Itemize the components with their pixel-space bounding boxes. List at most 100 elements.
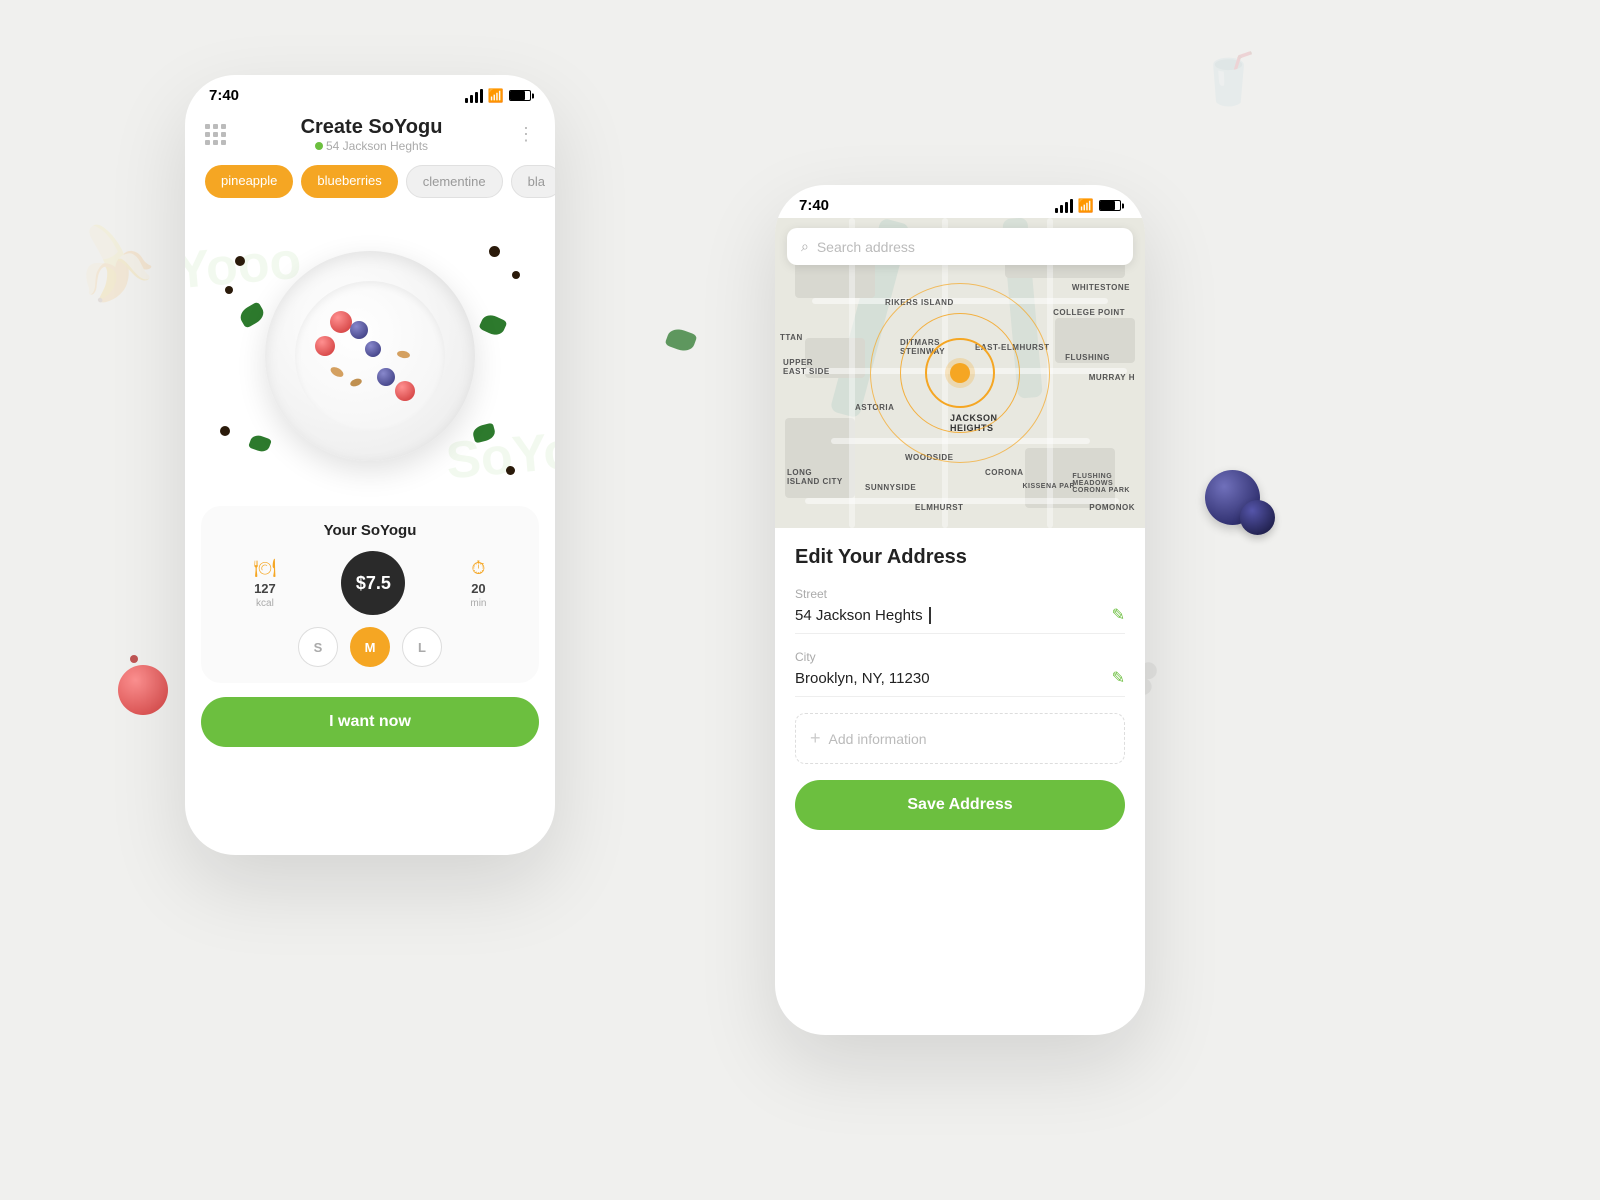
map-label-murray: MURRAY H xyxy=(1089,373,1135,382)
street-label: Street xyxy=(795,587,1125,601)
street-value: 54 Jackson Heghts xyxy=(795,607,931,624)
phone1-frame: 7:40 📶 Create SoYogu 54 Jackson He xyxy=(185,75,555,855)
seed-decoration xyxy=(512,271,520,279)
tag-blueberries[interactable]: blueberries xyxy=(301,165,397,198)
street-field: Street 54 Jackson Heghts ✎ xyxy=(795,587,1125,634)
search-icon: ⌕ xyxy=(801,238,809,255)
grid-menu-icon[interactable] xyxy=(205,124,226,145)
map-label-upper: UPPEREAST SIDE xyxy=(783,358,830,376)
bowl-area: Yooo SoYo xyxy=(185,206,555,506)
blueberry xyxy=(377,368,395,386)
seed-decoration xyxy=(235,256,245,266)
tag-bla[interactable]: bla xyxy=(511,165,555,198)
location-icon xyxy=(315,142,323,150)
calories-value: 127 xyxy=(254,581,276,596)
red-berry xyxy=(330,311,352,333)
address-form: Edit Your Address Street 54 Jackson Hegh… xyxy=(775,528,1145,848)
phone1-status-icons: 📶 xyxy=(465,88,531,104)
almond xyxy=(329,365,345,379)
save-address-button[interactable]: Save Address xyxy=(795,780,1125,830)
add-information-box[interactable]: + Add information xyxy=(795,713,1125,764)
calories-label: kcal xyxy=(256,598,274,609)
spinach-leaf xyxy=(237,301,267,329)
add-information-label: Add information xyxy=(829,731,927,747)
map-label-kissena: Kissena Par xyxy=(1022,483,1075,490)
signal-icon xyxy=(465,89,483,103)
phone1-status-bar: 7:40 📶 xyxy=(185,75,555,108)
battery-icon xyxy=(509,90,531,101)
info-card: Your SoYogu 🍽 127 kcal $7.5 ⏱ 20 min S M… xyxy=(201,506,539,683)
search-bar[interactable]: ⌕ Search address xyxy=(787,228,1133,265)
seed-decoration xyxy=(489,246,500,257)
filter-icon[interactable]: ⋮ xyxy=(517,124,535,145)
almond xyxy=(396,350,410,359)
time-icon: ⏱ xyxy=(471,558,485,579)
city-field: City Brooklyn, NY, 11230 ✎ xyxy=(795,650,1125,697)
city-edit-icon[interactable]: ✎ xyxy=(1112,668,1125,688)
bowl-inner xyxy=(295,281,445,431)
calories-icon: 🍽 xyxy=(254,558,277,579)
red-berry xyxy=(315,336,335,356)
map-label-long-island: LONGISLAND CITY xyxy=(787,468,843,486)
calories-item: 🍽 127 kcal xyxy=(254,558,277,609)
phone1-title-block: Create SoYogu 54 Jackson Heghts xyxy=(301,116,443,153)
almond xyxy=(349,377,363,388)
watermark-yooo: Yooo xyxy=(185,231,303,302)
map-label-ttan: TTAN xyxy=(780,333,803,342)
size-selector-row: S M L xyxy=(221,627,519,667)
spinach-leaf xyxy=(248,433,272,454)
battery-icon xyxy=(1099,200,1121,211)
city-value: Brooklyn, NY, 11230 xyxy=(795,670,930,687)
tag-pineapple[interactable]: pineapple xyxy=(205,165,293,198)
map-label-corona: CORONA xyxy=(985,468,1024,477)
map-area: HARLEM MOTT HAVEN HUNTS POINT Rikers Isl… xyxy=(775,218,1145,528)
bowl-plate xyxy=(265,251,475,461)
size-m-button[interactable]: M xyxy=(350,627,390,667)
spinach-leaf xyxy=(471,422,496,443)
blueberry xyxy=(350,321,368,339)
map-label-pomonok: POMONOK xyxy=(1089,503,1135,512)
location-label: 54 Jackson Heghts xyxy=(301,139,443,153)
size-l-button[interactable]: L xyxy=(402,627,442,667)
address-form-title: Edit Your Address xyxy=(795,546,1125,569)
info-card-title: Your SoYogu xyxy=(221,522,519,539)
signal-icon xyxy=(1055,199,1073,213)
seed-decoration xyxy=(220,426,230,436)
phone2-status-bar: 7:40 📶 xyxy=(775,185,1145,218)
phone2-status-icons: 📶 xyxy=(1055,198,1121,214)
page-title: Create SoYogu xyxy=(301,116,443,139)
red-berry xyxy=(395,381,415,401)
size-s-button[interactable]: S xyxy=(298,627,338,667)
plus-icon: + xyxy=(810,728,821,749)
city-label: City xyxy=(795,650,1125,664)
map-label-sunnyside: SUNNYSIDE xyxy=(865,483,916,492)
map-label-whitestone: WHITESTONE xyxy=(1072,283,1130,292)
map-label-elmhurst: ELMHURST xyxy=(915,503,963,512)
seed-decoration xyxy=(506,466,515,475)
phone2-time: 7:40 xyxy=(799,197,829,214)
time-item: ⏱ 20 min xyxy=(470,558,486,609)
info-row: 🍽 127 kcal $7.5 ⏱ 20 min xyxy=(221,551,519,615)
map-center-pin xyxy=(950,363,970,383)
map-label-flushing: FLUSHING xyxy=(1065,353,1110,362)
wifi-icon: 📶 xyxy=(488,88,504,104)
phone1-time: 7:40 xyxy=(209,87,239,104)
map-label-flushing-meadows: FlushingMeadowsCorona Park xyxy=(1072,473,1130,494)
phone1-header: Create SoYogu 54 Jackson Heghts ⋮ xyxy=(185,108,555,157)
watermark-soyo: SoYo xyxy=(444,420,555,491)
seed-decoration xyxy=(225,286,233,294)
phone2-frame: 7:40 📶 xyxy=(775,185,1145,1035)
city-value-row[interactable]: Brooklyn, NY, 11230 ✎ xyxy=(795,668,1125,697)
search-input[interactable]: Search address xyxy=(817,239,915,255)
time-label: min xyxy=(470,598,486,609)
street-value-row[interactable]: 54 Jackson Heghts ✎ xyxy=(795,605,1125,634)
i-want-now-button[interactable]: I want now xyxy=(201,697,539,747)
street-edit-icon[interactable]: ✎ xyxy=(1112,605,1125,625)
price-circle: $7.5 xyxy=(341,551,405,615)
time-value: 20 xyxy=(471,581,485,596)
spinach-leaf xyxy=(478,312,507,338)
wifi-icon: 📶 xyxy=(1078,198,1094,214)
map-label-college: COLLEGE POINT xyxy=(1053,308,1125,317)
blueberry xyxy=(365,341,381,357)
tag-clementine[interactable]: clementine xyxy=(406,165,503,198)
